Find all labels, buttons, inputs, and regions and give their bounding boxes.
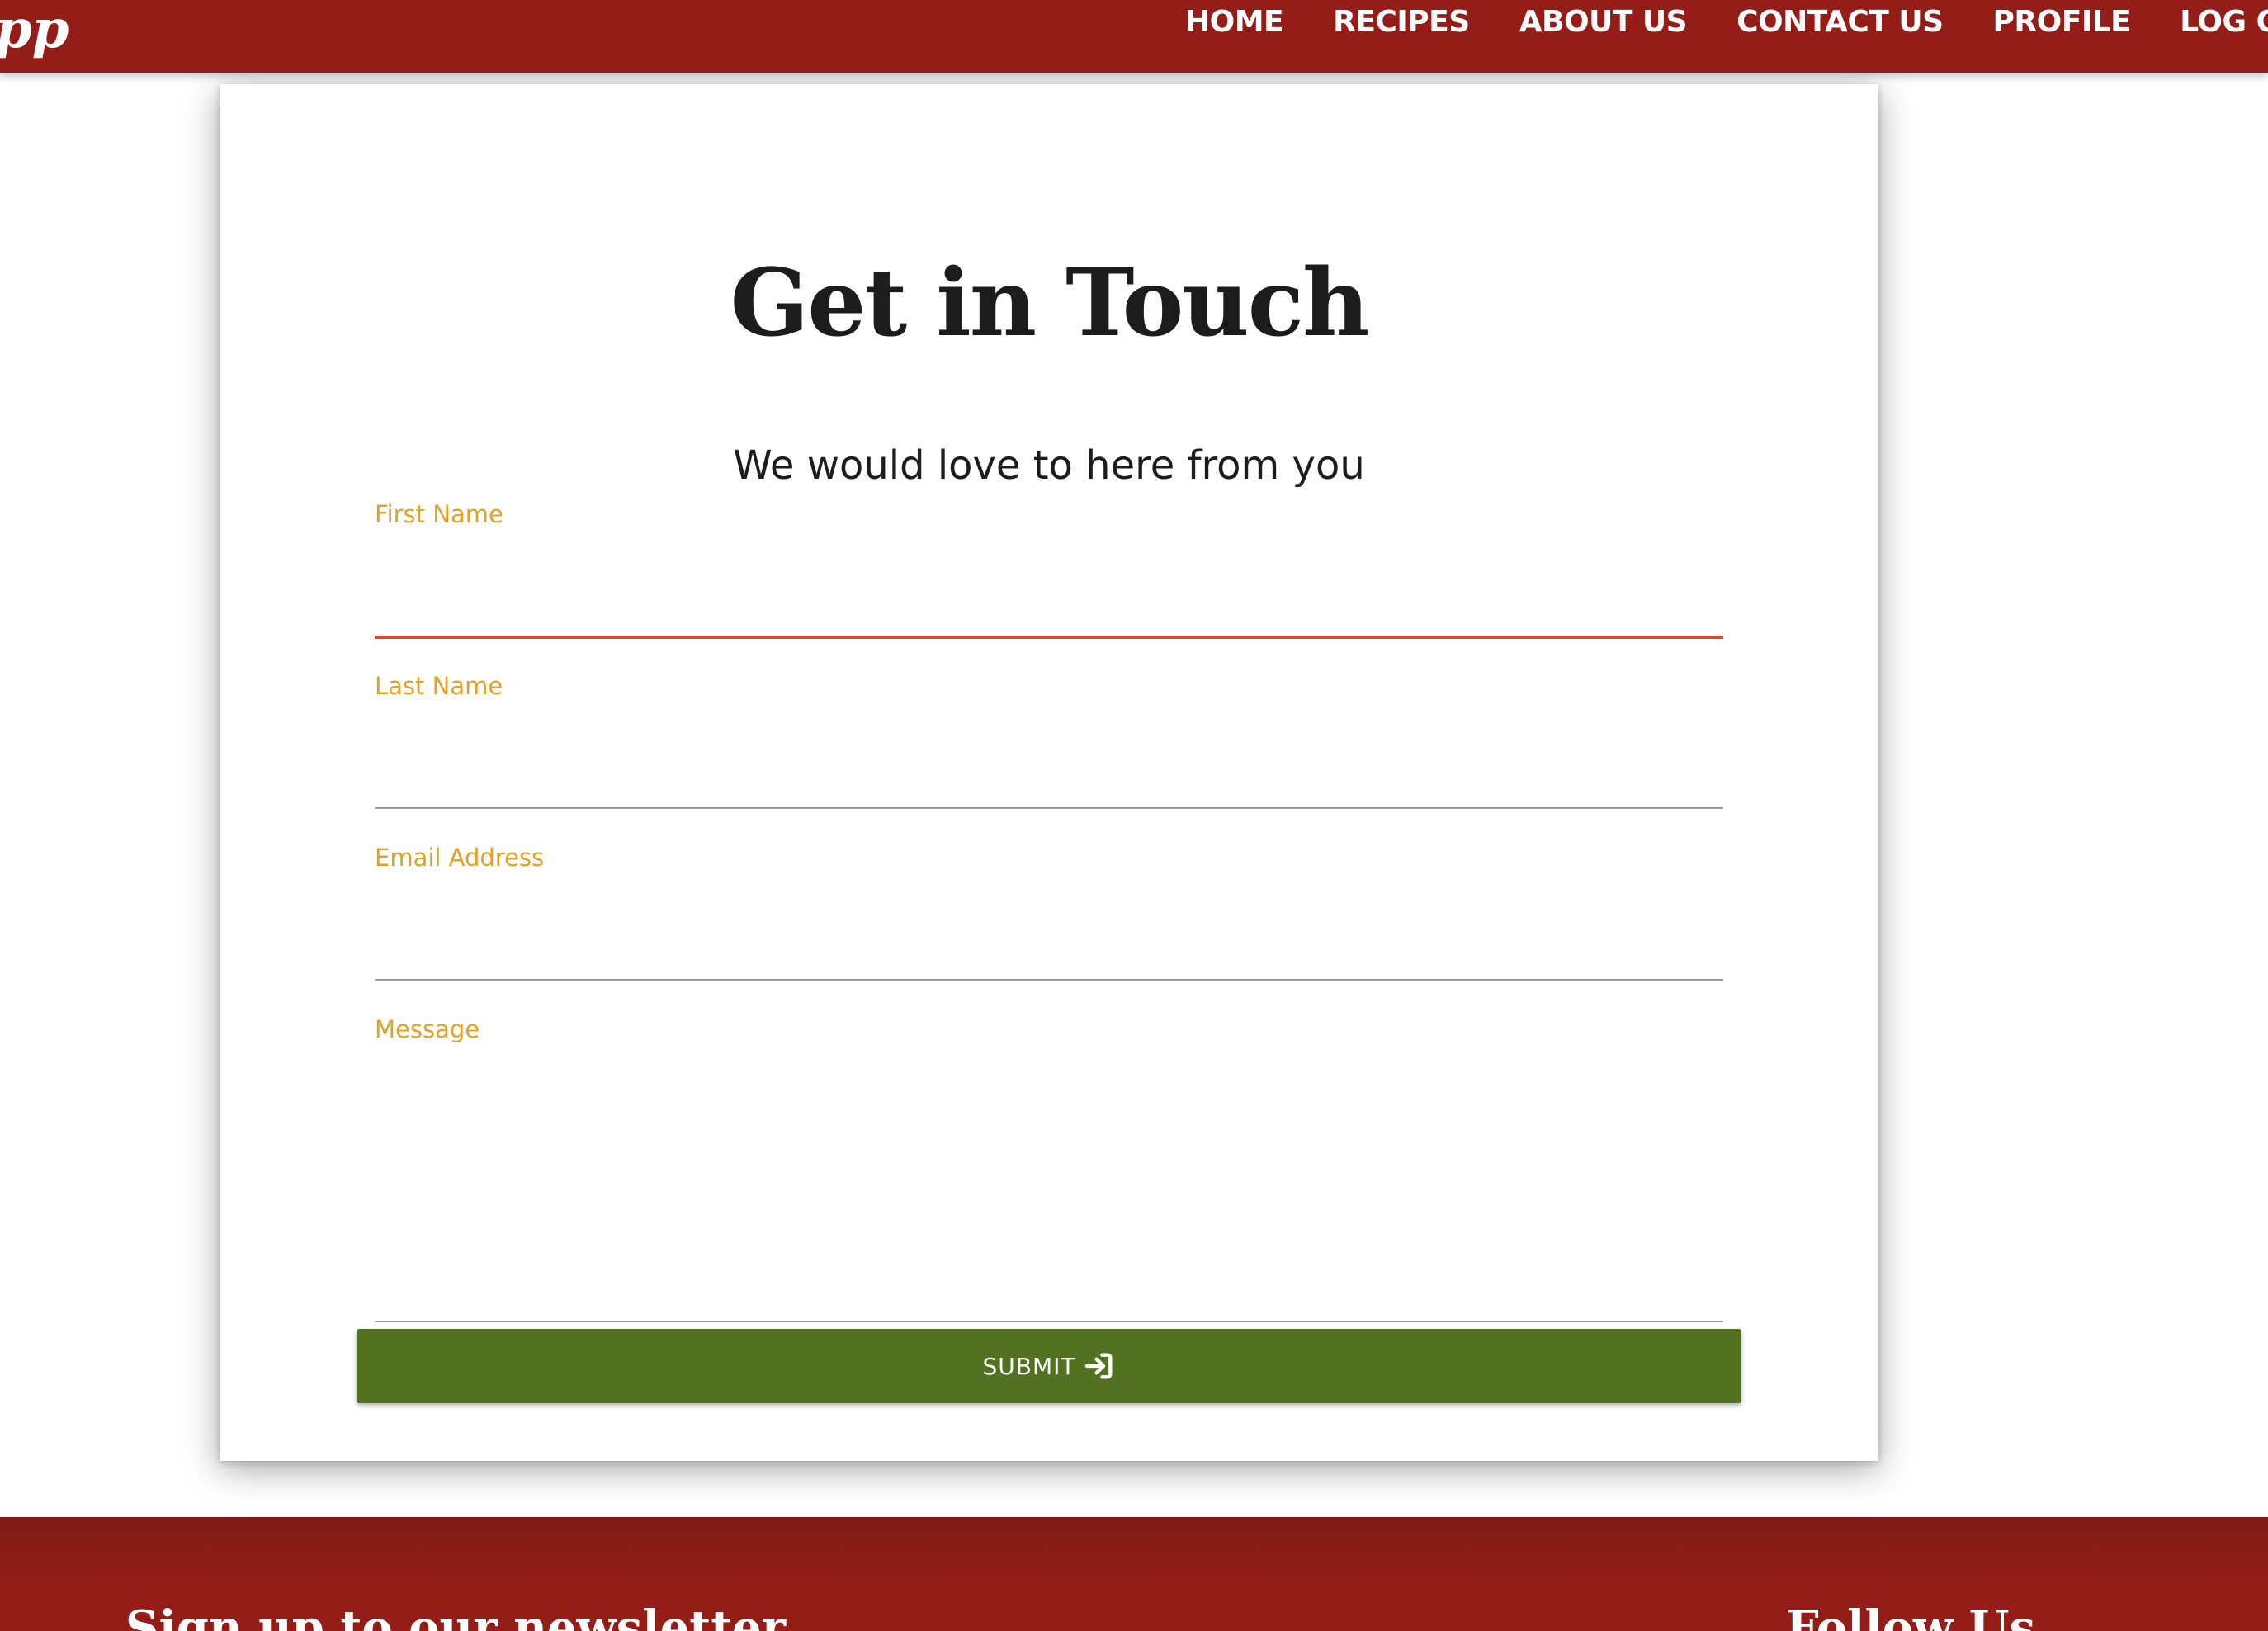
page-title: Get in Touch [730, 249, 1370, 357]
submit-label: SUBMIT [982, 1352, 1076, 1380]
follow-us-heading: Follow Us [1786, 1600, 2036, 1631]
message-field[interactable]: Message [375, 1015, 1723, 1322]
message-textarea[interactable] [375, 1065, 1723, 1312]
email-input[interactable] [375, 928, 1723, 974]
nav-profile-link[interactable]: PROFILE [1993, 5, 2131, 39]
email-label: Email Address [375, 844, 545, 872]
email-field[interactable]: Email Address [375, 844, 1723, 984]
login-arrow-icon [1083, 1350, 1116, 1383]
main-nav: HOME RECIPES ABOUT US CONTACT US PROFILE… [1185, 0, 2268, 43]
first-name-field[interactable]: First Name [375, 500, 1723, 642]
nav-contact-us-link[interactable]: CONTACT US [1736, 5, 1944, 39]
last-name-field[interactable]: Last Name [375, 672, 1723, 812]
nav-recipes-link[interactable]: RECIPES [1333, 5, 1470, 39]
last-name-label: Last Name [375, 672, 503, 700]
contact-form-card: Get in Touch We would love to here from … [220, 84, 1878, 1461]
top-navbar: pp HOME RECIPES ABOUT US CONTACT US PROF… [0, 0, 2268, 73]
submit-button[interactable]: SUBMIT [357, 1329, 1741, 1403]
last-name-input[interactable] [375, 756, 1723, 802]
message-underline [375, 1321, 1723, 1322]
nav-about-us-link[interactable]: ABOUT US [1519, 5, 1688, 39]
site-footer: Sign up to our newsletter Follow Us [0, 1517, 2268, 1631]
nav-home-link[interactable]: HOME [1185, 5, 1284, 39]
email-underline [375, 979, 1723, 981]
last-name-underline [375, 807, 1723, 809]
brand-logo[interactable]: pp [0, 0, 69, 66]
first-name-input[interactable] [375, 584, 1723, 631]
message-label: Message [375, 1015, 480, 1043]
nav-log-out-link[interactable]: LOG OUT [2180, 5, 2268, 39]
page-subtitle: We would love to here from you [733, 442, 1365, 489]
first-name-label: First Name [375, 500, 503, 528]
newsletter-heading: Sign up to our newsletter [125, 1600, 787, 1631]
first-name-underline [375, 636, 1723, 639]
